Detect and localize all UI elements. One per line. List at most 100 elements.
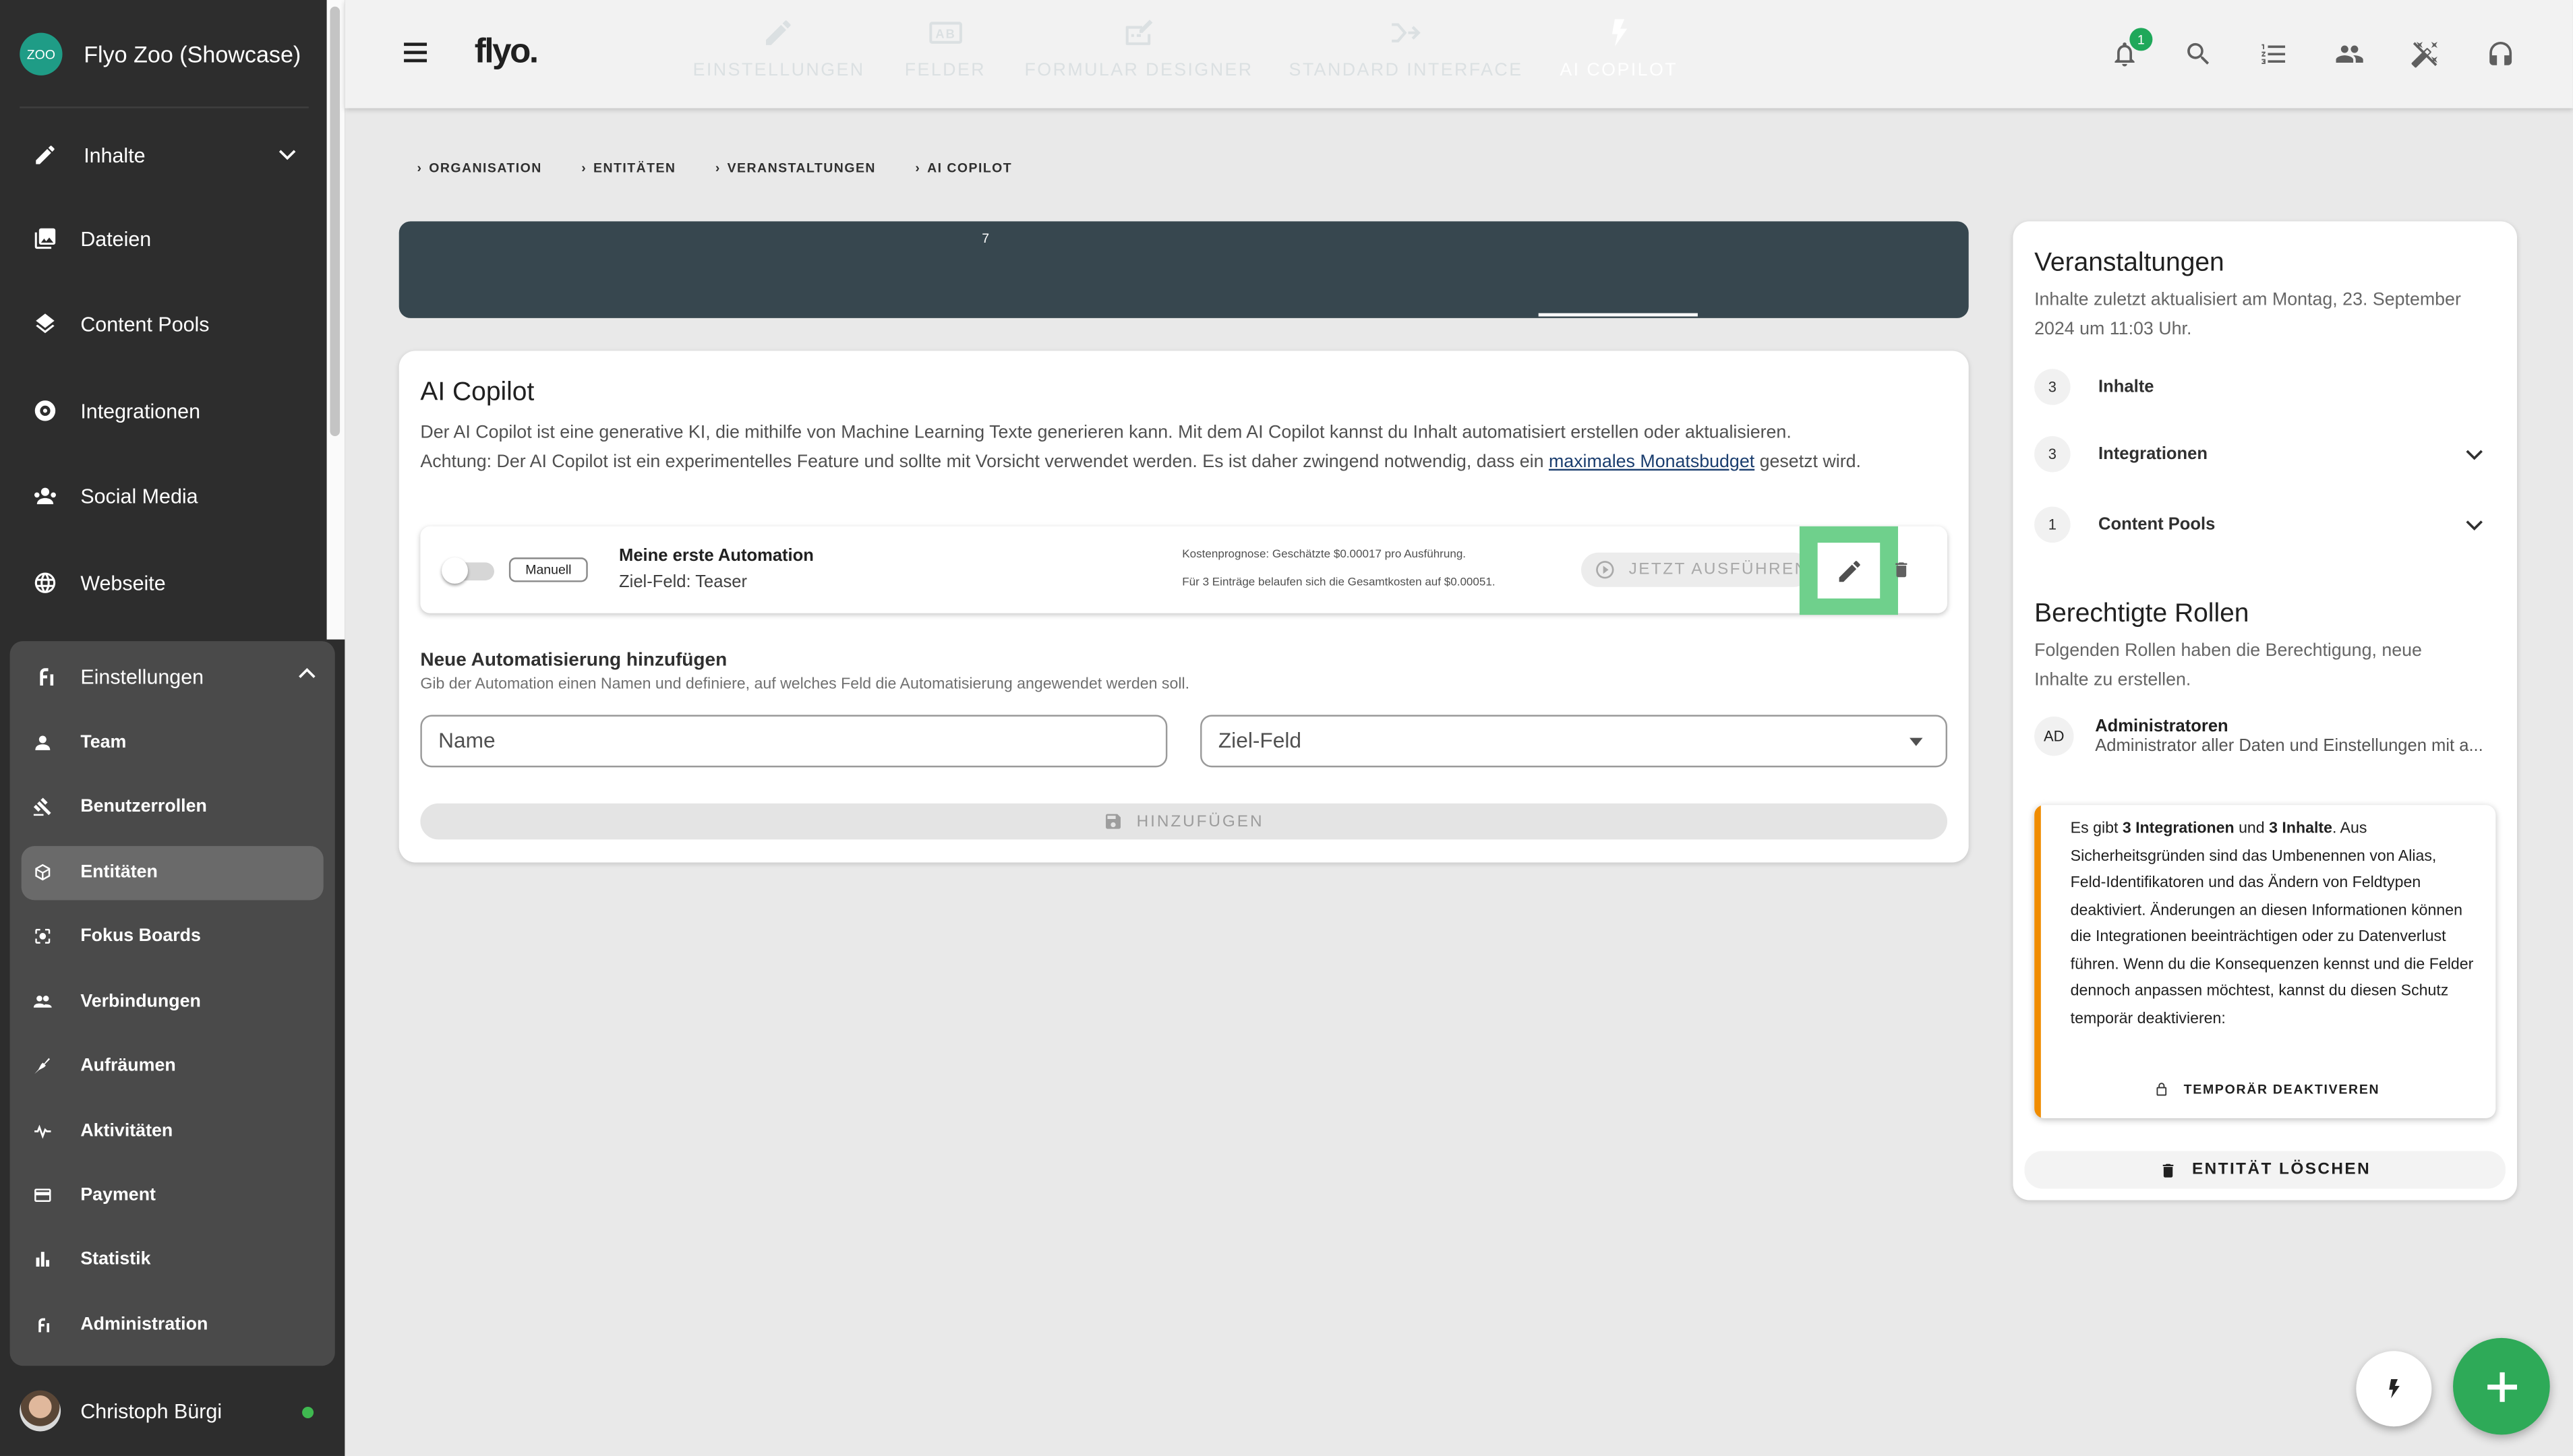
delete-entity-label: ENTITÄT LÖSCHEN (2191, 1161, 2371, 1179)
sidebar-item-team[interactable]: Team (33, 733, 127, 752)
breadcrumb-item[interactable]: › ENTITÄTEN (581, 160, 676, 175)
entity-title: Veranstaltungen (2034, 249, 2224, 278)
sidebar-item-aufraeumen[interactable]: Aufräumen (33, 1056, 176, 1076)
magic-wand-off-icon[interactable] (2411, 39, 2440, 69)
warning-text: Es gibt 3 Integrationen und 3 Inhalte. A… (2071, 816, 2475, 1033)
run-now-button[interactable]: JETZT AUSFÜHREN (1581, 552, 1811, 587)
breadcrumb-label: ENTITÄTEN (593, 160, 676, 176)
tab-einstellungen[interactable]: EINSTELLUNGEN (693, 16, 865, 92)
sidebar-item-label: Integrationen (80, 399, 201, 423)
users-icon[interactable] (2335, 39, 2365, 69)
tab-standard-interface[interactable]: STANDARD INTERFACE (1289, 16, 1523, 92)
deactivate-label: TEMPORÄR DEAKTIVEREN (2183, 1082, 2380, 1097)
count-row-integrationen[interactable]: 3 Integrationen (2034, 435, 2494, 474)
scrollbar-thumb[interactable] (330, 6, 341, 437)
toggle-knob (442, 557, 469, 584)
sidebar-item-social-media[interactable]: Social Media (33, 484, 198, 508)
count-row-content-pools[interactable]: 1 Content Pools (2034, 505, 2494, 544)
count-label: Content Pools (2098, 514, 2216, 535)
sidebar-item-payment[interactable]: Payment (33, 1186, 156, 1205)
menu-icon[interactable] (404, 42, 427, 63)
plus-icon (2486, 1371, 2516, 1401)
flyo-logo-icon (40, 668, 54, 686)
ab-field-icon: AB (928, 22, 962, 44)
form-edit-icon (1125, 20, 1152, 45)
tab-formular-designer[interactable]: FORMULAR DESIGNER (1025, 16, 1253, 92)
sidebar-item-webseite[interactable]: Webseite (33, 570, 166, 595)
chevron-down-icon[interactable] (2464, 515, 2484, 535)
name-input[interactable]: Name (420, 715, 1168, 768)
sidebar-item-aktivitaeten[interactable]: Aktivitäten (33, 1122, 173, 1141)
tab-felder[interactable]: AB FELDER (905, 16, 986, 92)
count-value: 3 (2034, 369, 2071, 405)
people-icon (33, 996, 52, 1008)
add-automation-button[interactable]: HINZUFÜGEN (420, 803, 1948, 840)
chevron-down-icon[interactable] (278, 144, 297, 164)
role-avatar: AD (2034, 716, 2074, 756)
monthly-budget-link[interactable]: maximales Monatsbudget (1549, 452, 1754, 472)
gavel-icon (33, 797, 51, 816)
list-icon[interactable] (2259, 39, 2289, 69)
run-now-label: JETZT AUSFÜHREN (1628, 560, 1808, 579)
user-menu[interactable]: Christoph Bürgi (20, 1390, 222, 1432)
cost-estimate: Kostenprognose: Geschätzte $0.00017 pro … (1182, 549, 1467, 561)
breadcrumb-item[interactable]: › ORGANISATION (417, 160, 542, 175)
breadcrumb-item[interactable]: › VERANSTALTUNGEN (715, 160, 876, 175)
cube-icon (35, 863, 51, 881)
sidebar-item-integrationen[interactable]: Integrationen (33, 398, 200, 423)
bolt-icon (2389, 1379, 2400, 1399)
chevron-right-icon: › (581, 160, 587, 176)
target-field-select[interactable]: Ziel-Feld (1200, 715, 1948, 768)
tab-ai-copilot[interactable]: AI COPILOT (1560, 16, 1678, 92)
tab-label: FELDER (904, 60, 986, 81)
breadcrumb-label: ORGANISATION (429, 160, 542, 176)
bar-chart-icon (36, 1252, 50, 1267)
sidebar-item-label: Aktivitäten (80, 1121, 173, 1141)
sidebar-item-entitaeten[interactable]: Entitäten (33, 862, 158, 882)
sidebar-item-fokus-boards[interactable]: Fokus Boards (33, 926, 201, 946)
sidebar-item-label: Payment (80, 1185, 156, 1205)
tab-label: EINSTELLUNGEN (692, 60, 865, 81)
sidebar-item-verbindungen[interactable]: Verbindungen (33, 992, 201, 1012)
breadcrumb-item[interactable]: › AI COPILOT (915, 160, 1012, 175)
layers-icon (36, 313, 55, 334)
sidebar-scrollbar[interactable] (326, 0, 345, 640)
description-warning-end: gesetzt wird. (1754, 452, 1861, 473)
warning-text-part: Es gibt (2070, 820, 2123, 838)
tab-label: FORMULAR DESIGNER (1024, 60, 1253, 81)
sidebar-item-benutzerrollen[interactable]: Benutzerrollen (33, 797, 207, 816)
flyo-logo[interactable]: flyo. (475, 33, 539, 72)
flyo-logo-icon (38, 1318, 50, 1333)
roles-title: Berechtigte Rollen (2034, 600, 2249, 628)
sidebar-item-label: Entitäten (80, 862, 158, 882)
breadcrumb-label: AI COPILOT (927, 160, 1013, 176)
workspace-switcher[interactable]: ZOO Flyo Zoo (Showcase) (20, 32, 301, 75)
automation-toggle[interactable] (442, 557, 494, 584)
sidebar-item-statistik[interactable]: Statistik (33, 1249, 151, 1269)
temporary-deactivate-button[interactable]: TEMPORÄR DEAKTIVEREN (2154, 1082, 2379, 1097)
sidebar-item-einstellungen[interactable]: Einstellungen (33, 664, 204, 688)
search-icon[interactable] (2184, 39, 2214, 69)
sidebar-item-administration[interactable]: Administration (33, 1315, 208, 1335)
sidebar-item-inhalte[interactable]: Inhalte (33, 143, 146, 167)
pulse-icon (34, 1124, 51, 1139)
warning-integrations-count: 3 Integrationen (2122, 820, 2235, 838)
sidebar-item-label: Verbindungen (80, 992, 201, 1012)
pencil-icon (36, 146, 55, 164)
chevron-up-icon[interactable] (297, 664, 317, 684)
headset-icon[interactable] (2486, 39, 2516, 69)
entity-tab-bar (398, 221, 1969, 318)
sidebar-item-label: Content Pools (80, 312, 210, 336)
role-item[interactable]: AD Administratoren Administrator aller D… (2034, 716, 2494, 756)
sidebar-item-content-pools[interactable]: Content Pools (33, 311, 210, 336)
fields-count-badge: 7 (982, 231, 990, 246)
create-button[interactable] (2453, 1337, 2550, 1435)
credit-card-icon (34, 1188, 51, 1202)
sidebar-item-dateien[interactable]: Dateien (33, 226, 151, 251)
online-status-dot (302, 1406, 314, 1419)
chevron-down-icon[interactable] (2464, 444, 2484, 464)
delete-entity-button[interactable]: ENTITÄT LÖSCHEN (2024, 1151, 2506, 1189)
edit-automation-button[interactable] (1817, 543, 1881, 599)
delete-icon[interactable] (1891, 557, 1911, 582)
quick-action-button[interactable] (2356, 1351, 2432, 1427)
